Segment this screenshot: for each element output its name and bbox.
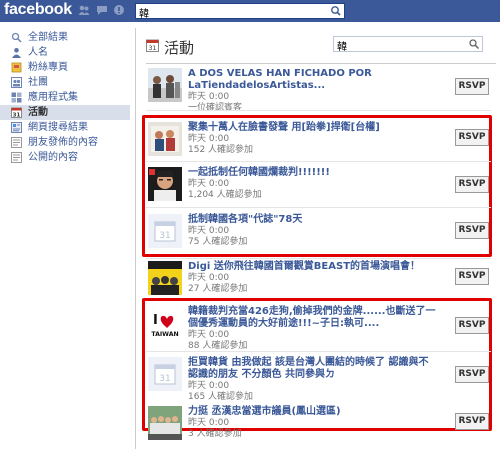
top-search-input[interactable]: 韓: [135, 3, 345, 20]
event-guest-count: 152 人確認參加: [188, 145, 254, 155]
header-divider: [146, 63, 496, 64]
calendar-icon: 31: [146, 39, 159, 52]
rsvp-button[interactable]: RSVP: [455, 176, 489, 193]
person-icon: [11, 47, 22, 58]
event-photo[interactable]: [148, 122, 182, 156]
calendar-placeholder-icon[interactable]: 31: [148, 214, 182, 248]
rsvp-button[interactable]: RSVP: [455, 222, 489, 239]
facebook-logo[interactable]: facebook: [4, 1, 72, 19]
sidebar-item-label: 應用程式集: [28, 92, 78, 103]
svg-text:31: 31: [159, 374, 170, 384]
search-filter-sidebar: 全部結果 人名 粉絲專頁 社團 應用程式集 31 活動 網頁搜尋結果 朋友發佈的…: [0, 30, 130, 165]
top-search-value: 韓: [139, 9, 149, 20]
event-time: 昨天 0:00: [188, 418, 230, 428]
event-title-link[interactable]: A DOS VELAS HAN FICHADO POR LaTiendadelo…: [188, 68, 438, 92]
event-time: 昨天 0:00: [188, 134, 230, 144]
search-icon: [11, 32, 22, 43]
sidebar-item-people[interactable]: 人名: [0, 45, 130, 60]
rsvp-button[interactable]: RSVP: [455, 413, 489, 430]
sidebar-item-label: 粉絲專頁: [28, 62, 68, 73]
event-time: 昨天 0:00: [188, 273, 230, 283]
top-bar: facebook 韓: [0, 0, 500, 22]
rsvp-button[interactable]: RSVP: [455, 317, 489, 334]
sidebar-item-label: 網頁搜尋結果: [28, 122, 88, 133]
sidebar-item-label: 人名: [28, 47, 48, 58]
sidebar-item-all-results[interactable]: 全部結果: [0, 30, 130, 45]
event-time: 昨天 0:00: [188, 92, 230, 102]
sidebar-item-friends-posts[interactable]: 朋友發佈的內容: [0, 135, 130, 150]
page-title: 活動: [164, 39, 195, 57]
event-guest-count: 75 人確認參加: [188, 237, 248, 247]
event-guest-count: 1,204 人確認參加: [188, 190, 262, 200]
event-title-link[interactable]: 一起抵制任何韓國爛裁判!!!!!!!: [188, 167, 438, 179]
calendar-icon: 31: [11, 107, 22, 118]
rsvp-button[interactable]: RSVP: [455, 78, 489, 95]
svg-text:I: I: [153, 313, 158, 328]
sidebar-item-pages[interactable]: 粉絲專頁: [0, 60, 130, 75]
event-guest-count: 一位確認賓客: [188, 103, 243, 113]
sidebar-item-label: 活動: [28, 107, 48, 118]
search-icon[interactable]: [468, 38, 480, 50]
apps-icon: [11, 92, 22, 103]
event-photo[interactable]: [148, 406, 182, 440]
event-title-link[interactable]: Digi 送你飛往韓國首爾觀賞BEAST的首場演唱會！: [188, 261, 438, 273]
events-search-input[interactable]: 韓: [333, 36, 483, 53]
sidebar-item-label: 社團: [28, 77, 48, 88]
i-love-taiwan-logo[interactable]: I TAIWAN: [148, 306, 182, 340]
event-guest-count: 27 人確認參加: [188, 284, 248, 294]
public-post-icon: [11, 152, 22, 163]
rsvp-button[interactable]: RSVP: [455, 129, 489, 146]
sidebar-item-events[interactable]: 31 活動: [0, 105, 130, 120]
friend-requests-icon[interactable]: [78, 4, 90, 16]
event-photo[interactable]: [148, 167, 182, 201]
row-divider: [146, 351, 491, 352]
event-title-link[interactable]: 力挺 丞漢忠當選市議員(鳳山選區): [188, 406, 438, 418]
row-divider: [146, 258, 491, 259]
group-icon: [11, 77, 22, 88]
events-results-panel: 31 活動 韓 A DOS VELAS HAN FICHADO POR LaTi…: [135, 28, 500, 449]
sidebar-item-public-posts[interactable]: 公開的內容: [0, 150, 130, 165]
calendar-placeholder-icon[interactable]: 31: [148, 357, 182, 391]
event-time: 昨天 0:00: [188, 381, 230, 391]
rsvp-button[interactable]: RSVP: [455, 366, 489, 383]
messages-icon[interactable]: [96, 4, 108, 16]
event-guest-count: 3 人確認參加: [188, 429, 242, 439]
event-title-link[interactable]: 抵制韓國各項"代誌"78天: [188, 214, 438, 226]
sidebar-item-label: 全部結果: [28, 32, 68, 43]
event-photo[interactable]: [148, 261, 182, 295]
event-title-link[interactable]: 韓籍裁判充當426走狗,偷掉我們的金牌......也斷送了一個優秀運動員的大好前…: [188, 306, 438, 330]
flag-icon: [11, 62, 22, 73]
web-icon: [11, 122, 22, 133]
sidebar-item-label: 公開的內容: [28, 152, 78, 163]
notifications-icon[interactable]: [113, 4, 125, 16]
svg-text:31: 31: [13, 112, 21, 118]
events-search-value: 韓: [337, 42, 347, 53]
sidebar-item-groups[interactable]: 社團: [0, 75, 130, 90]
row-divider: [146, 207, 491, 208]
search-icon[interactable]: [329, 5, 343, 17]
sidebar-item-web-results[interactable]: 網頁搜尋結果: [0, 120, 130, 135]
svg-text:TAIWAN: TAIWAN: [151, 331, 178, 338]
event-time: 昨天 0:00: [188, 330, 230, 340]
row-divider: [146, 110, 491, 111]
event-title-link[interactable]: 聚集十萬人在臉書發聲 用[跆拳]捍衛[台權]: [188, 122, 438, 134]
event-time: 昨天 0:00: [188, 179, 230, 189]
event-time: 昨天 0:00: [188, 226, 230, 236]
sidebar-item-label: 朋友發佈的內容: [28, 137, 98, 148]
event-title-link[interactable]: 拒買韓貨 由我做起 該是台灣人團結的時候了 認識與不認識的朋友 不分顏色 共同參…: [188, 357, 438, 381]
friends-post-icon: [11, 137, 22, 148]
rsvp-button[interactable]: RSVP: [455, 268, 489, 285]
svg-text:31: 31: [149, 45, 157, 52]
svg-text:31: 31: [159, 231, 170, 241]
event-photo[interactable]: [148, 68, 182, 102]
row-divider: [146, 161, 491, 162]
event-guest-count: 165 人確認參加: [188, 392, 254, 402]
sidebar-item-apps[interactable]: 應用程式集: [0, 90, 130, 105]
